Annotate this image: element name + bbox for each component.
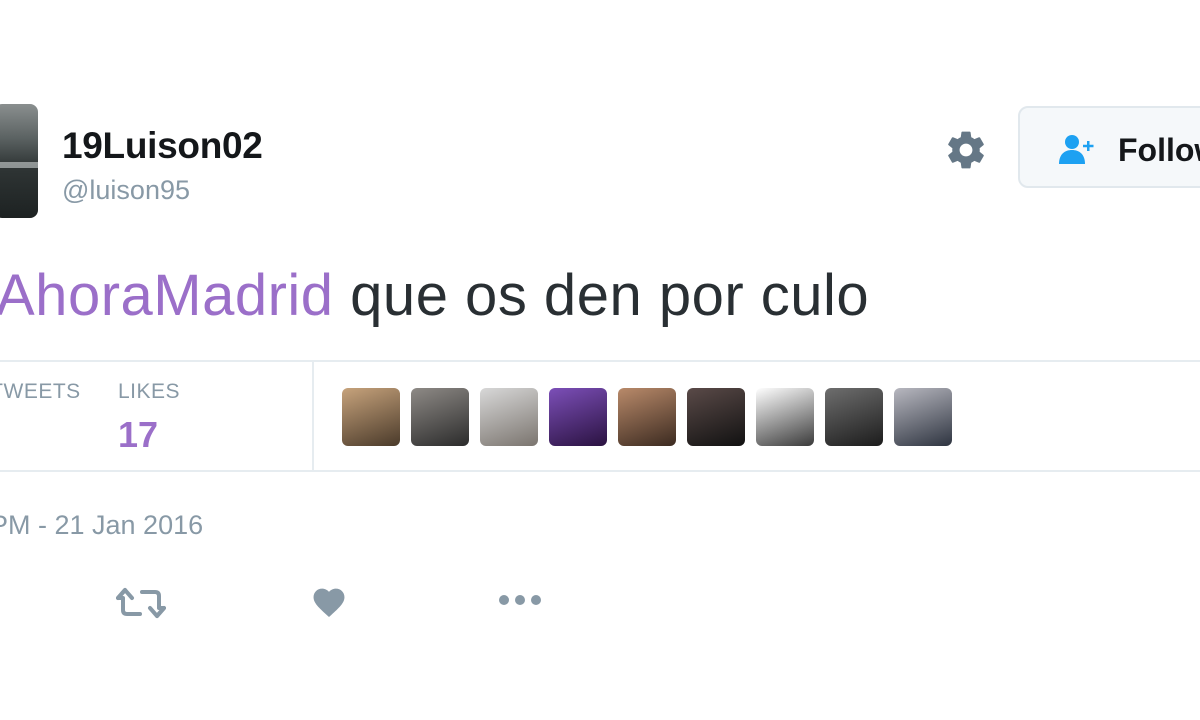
retweets-label[interactable]: RETWEETS (0, 380, 81, 404)
avatar[interactable] (0, 104, 38, 218)
more-icon[interactable] (496, 592, 544, 608)
liker-avatar[interactable] (342, 388, 400, 446)
likes-label[interactable]: LIKES (118, 380, 180, 404)
timestamp[interactable]: PM - 21 Jan 2016 (0, 510, 203, 541)
tweet-body: que os den por culo (333, 263, 870, 328)
likers-list (342, 388, 952, 446)
stats-top-divider (0, 360, 1200, 362)
retweet-icon[interactable] (116, 586, 166, 620)
liker-avatar[interactable] (480, 388, 538, 446)
gear-icon[interactable] (944, 128, 988, 172)
hashtag-link[interactable]: AhoraMadrid (0, 263, 334, 328)
follow-button[interactable]: Follow (1018, 106, 1200, 188)
liker-avatar[interactable] (894, 388, 952, 446)
liker-avatar[interactable] (687, 388, 745, 446)
liker-avatar[interactable] (825, 388, 883, 446)
likes-count[interactable]: 17 (118, 414, 158, 456)
liker-avatar[interactable] (756, 388, 814, 446)
liker-avatar[interactable] (411, 388, 469, 446)
liker-avatar[interactable] (618, 388, 676, 446)
heart-icon[interactable] (310, 584, 348, 618)
tweet-text: AhoraMadrid que os den por culo (0, 262, 869, 329)
stats-bottom-divider (0, 470, 1200, 472)
display-name[interactable]: 19Luison02 (62, 125, 263, 167)
liker-avatar[interactable] (549, 388, 607, 446)
screen-name[interactable]: @luison95 (62, 175, 190, 206)
follow-label: Follow (1118, 132, 1200, 168)
add-user-icon (1059, 135, 1094, 164)
stats-vertical-divider (312, 362, 314, 470)
